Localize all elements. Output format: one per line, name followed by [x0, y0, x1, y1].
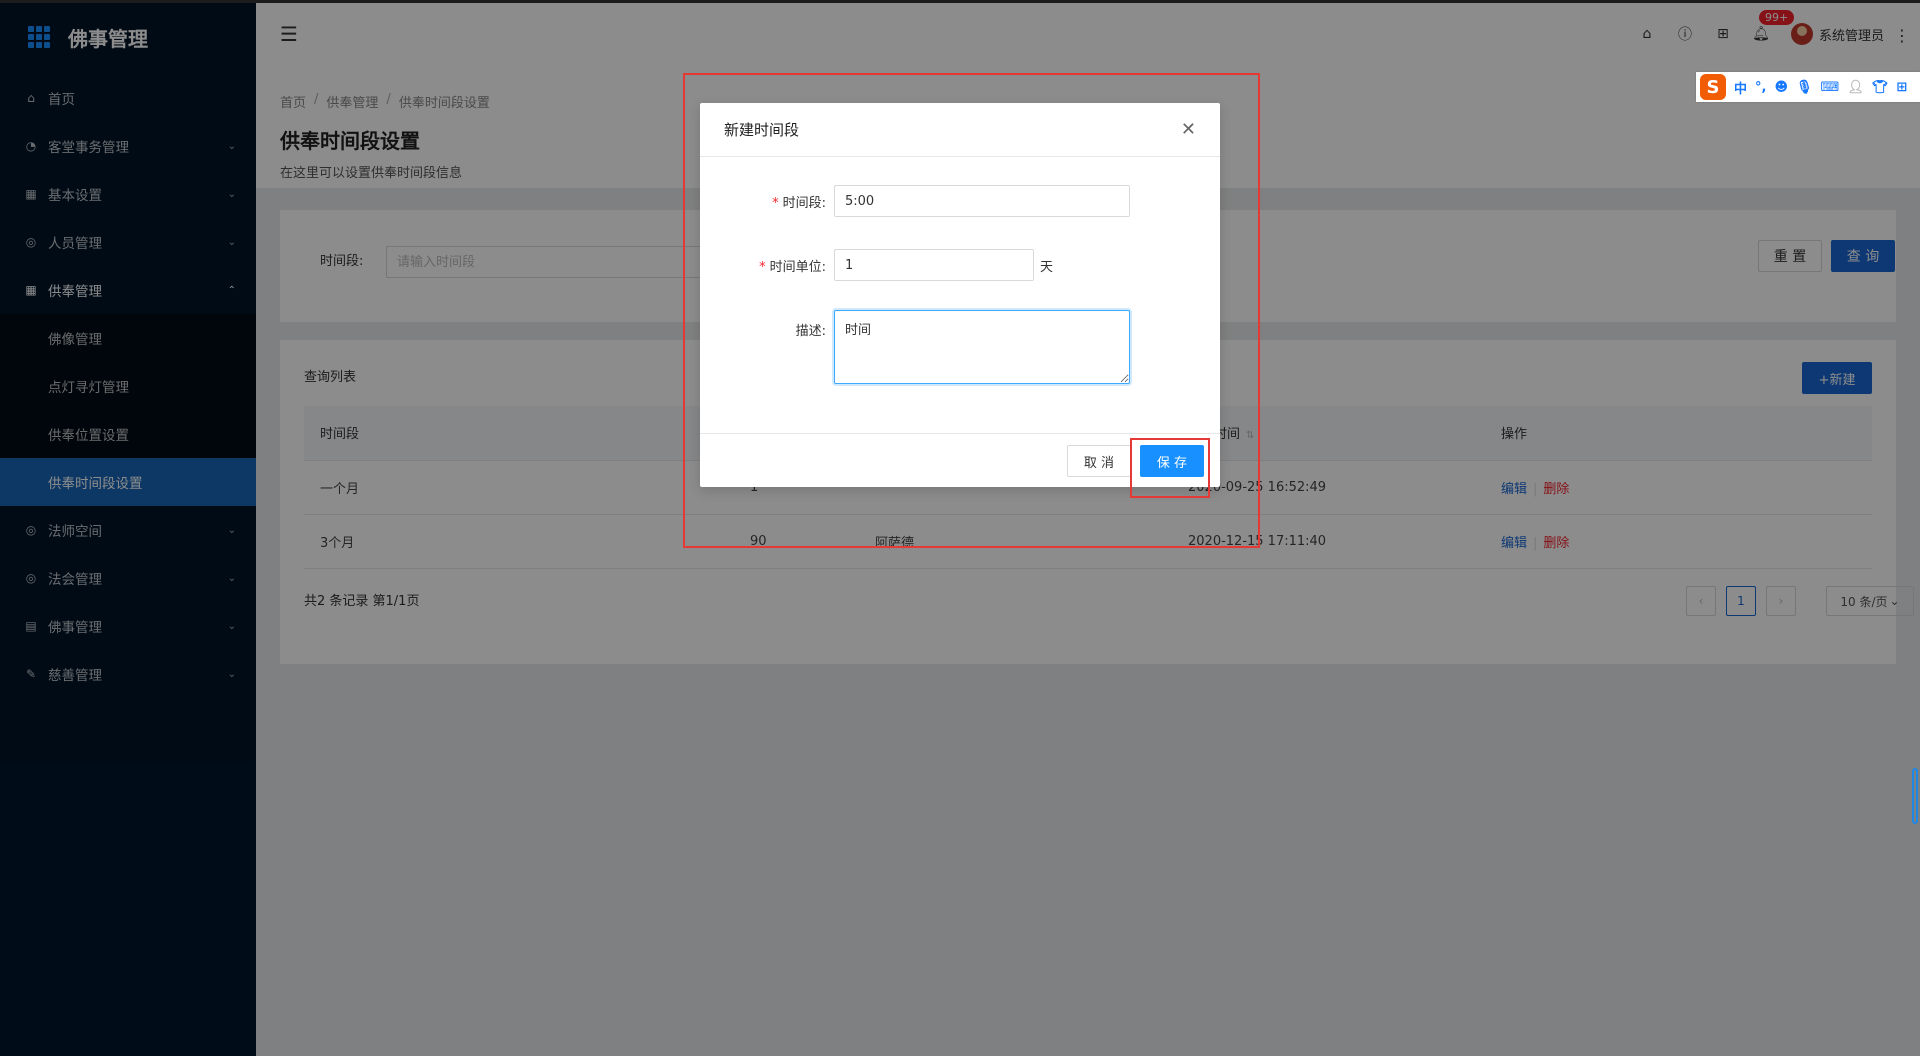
form-label-text: 时间单位:	[769, 259, 826, 275]
unit-input[interactable]	[834, 249, 1034, 281]
description-textarea[interactable]: 时间	[834, 310, 1130, 384]
scroll-indicator[interactable]	[1912, 768, 1918, 824]
required-mark: *	[772, 195, 779, 211]
form-label: 描述:	[795, 324, 826, 339]
user-icon[interactable]: 👤︎	[1847, 80, 1864, 95]
cancel-button[interactable]: 取 消	[1067, 445, 1131, 477]
modal-header: 新建时间段 ✕	[700, 103, 1220, 157]
apps-icon[interactable]: ⊞	[1896, 80, 1907, 95]
skin-icon[interactable]: 👕︎	[1872, 80, 1889, 95]
close-icon[interactable]: ✕	[1181, 119, 1196, 140]
ime-language-toggle[interactable]: 中	[1734, 78, 1747, 97]
modal-title: 新建时间段	[724, 121, 800, 139]
unit-suffix: 天	[1040, 259, 1054, 275]
ime-toolbar: S 中 °, ☻ 🎙︎ ⌨ 👤︎ 👕︎ ⊞	[1696, 72, 1920, 102]
form-row-description: 描述: 时间	[700, 310, 1130, 384]
required-mark: *	[759, 259, 766, 275]
microphone-icon[interactable]: 🎙︎	[1796, 80, 1813, 95]
ime-logo[interactable]: S	[1700, 74, 1726, 100]
form-row-period: * 时间段:	[700, 185, 1130, 217]
save-button[interactable]: 保 存	[1140, 445, 1204, 477]
punctuation-icon[interactable]: °,	[1755, 80, 1766, 95]
form-label-text: 时间段:	[782, 195, 826, 211]
period-input[interactable]	[834, 185, 1130, 217]
form-row-unit: *时间单位: 天	[700, 249, 1053, 281]
form-label: * 时间单位:	[700, 256, 834, 275]
modal-footer: 取 消 保 存	[700, 433, 1220, 487]
new-time-period-modal: 新建时间段 ✕ *时间段: *时间单位: 天 描述: 时间 取 消 保 存	[700, 103, 1220, 487]
form-label: * 时间段:	[700, 192, 834, 211]
keyboard-icon[interactable]: ⌨	[1821, 80, 1840, 95]
emoji-icon[interactable]: ☻	[1774, 80, 1788, 95]
